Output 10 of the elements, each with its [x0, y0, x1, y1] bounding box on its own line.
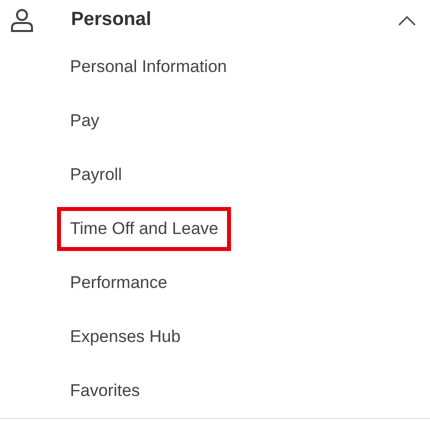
menu-link[interactable]: Expenses Hub	[57, 315, 194, 359]
menu-link[interactable]: Payroll	[57, 153, 135, 197]
menu-link[interactable]: Personal Information	[57, 45, 240, 89]
person-icon	[10, 8, 34, 32]
menu-link[interactable]: Time Off and Leave	[57, 207, 232, 251]
menu-link[interactable]: Performance	[57, 261, 180, 305]
chevron-icon[interactable]	[398, 14, 416, 26]
section-title: Personal	[71, 9, 152, 31]
menu-link[interactable]: Favorites	[57, 369, 153, 413]
menu-link[interactable]: Pay	[57, 99, 112, 143]
